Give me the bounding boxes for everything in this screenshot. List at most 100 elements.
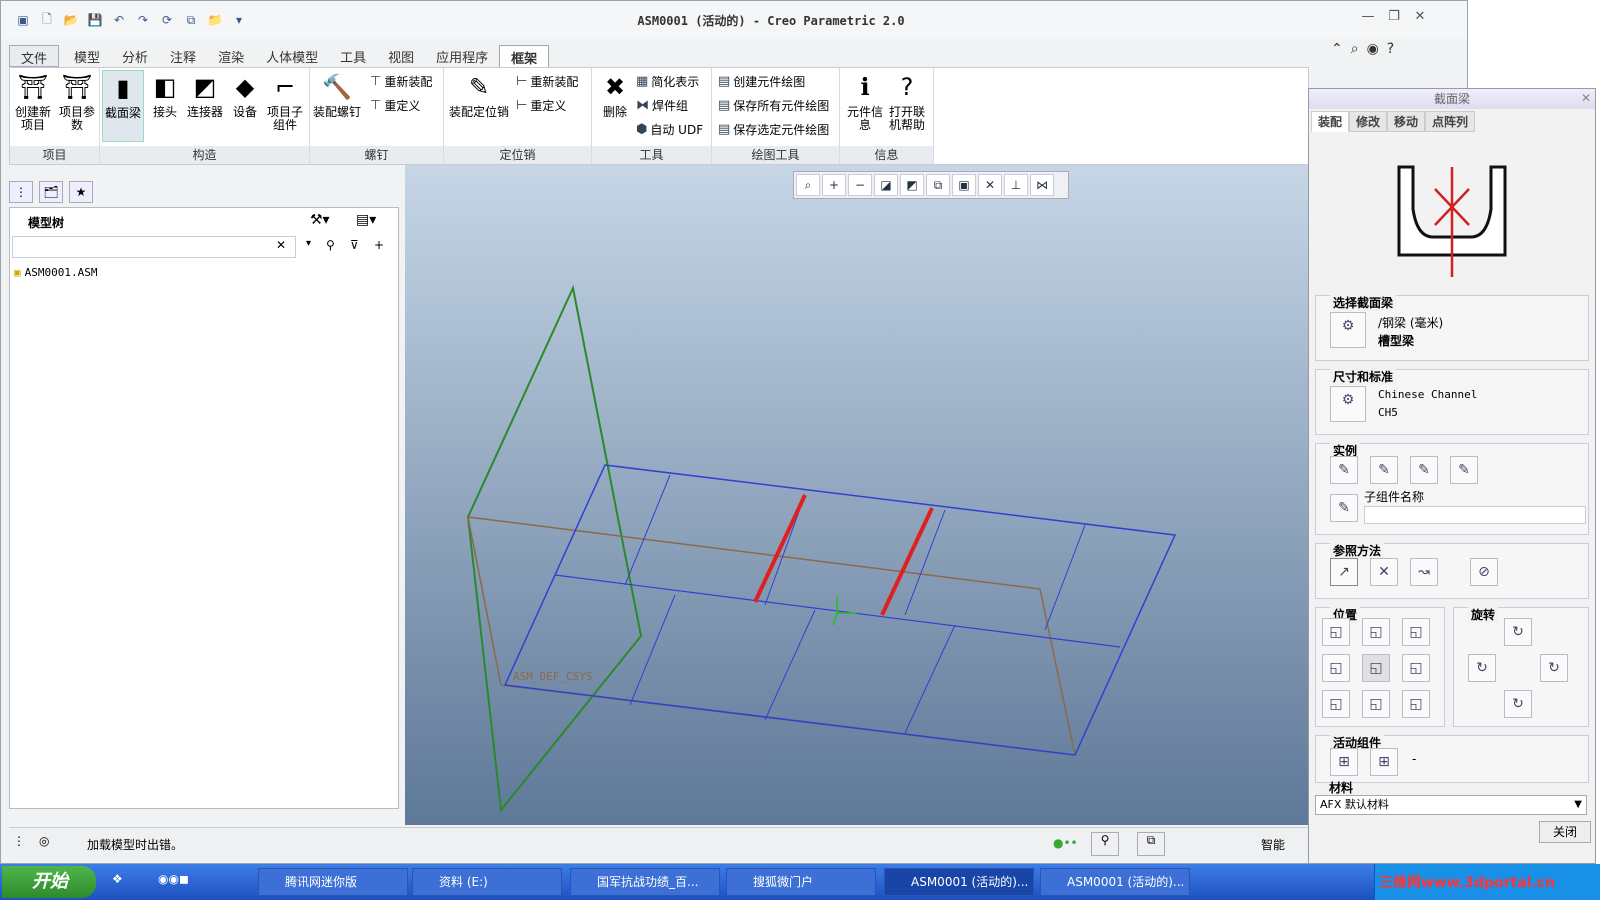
navigator-toggle-icon[interactable]: ⋮ <box>13 834 25 848</box>
annotation-display-icon[interactable]: ⋈ <box>1030 174 1054 196</box>
pos-top-left-icon[interactable]: ◱ <box>1322 618 1350 646</box>
tab-model[interactable]: 模型 <box>63 45 111 67</box>
minimize-icon[interactable]: — <box>1357 9 1379 29</box>
collapse-ribbon-icon[interactable]: ⌃ <box>1331 41 1343 57</box>
save-icon[interactable]: 💾 <box>85 11 105 29</box>
quick-launch-icons[interactable]: ◉◉◼ <box>158 872 189 886</box>
favorites-tab-icon[interactable]: ★ <box>69 181 93 203</box>
taskbar-item-3[interactable]: 搜狐微门户 <box>726 868 876 896</box>
browser-toggle-icon[interactable]: ◎ <box>39 834 49 848</box>
online-help-button[interactable]: ? 打开联机帮助 <box>886 70 928 132</box>
select-beam-button[interactable]: ⚙ <box>1330 312 1366 348</box>
saved-views-icon[interactable]: ⧉ <box>926 174 950 196</box>
rotate-0-icon[interactable]: ↻ <box>1504 618 1532 646</box>
delete-button[interactable]: ✖ 删除 <box>594 70 636 119</box>
help-icon[interactable]: ? <box>1387 41 1394 57</box>
select-size-button[interactable]: ⚙ <box>1330 386 1366 422</box>
material-select[interactable]: AFX 默认材料 ▼ <box>1315 795 1587 815</box>
maximize-icon[interactable]: ❐ <box>1383 9 1405 29</box>
selection-box-icon[interactable]: ⧉ <box>1137 832 1165 856</box>
taskbar-item-2[interactable]: 国军抗战功绩_百... <box>570 868 720 896</box>
auto-udf-button[interactable]: ⬢ 自动 UDF <box>636 118 703 140</box>
display-style-icon[interactable]: ◩ <box>900 174 924 196</box>
graphics-area[interactable]: ASM_DEF_CSYS <box>405 165 1309 825</box>
pos-mid-right-icon[interactable]: ◱ <box>1402 654 1430 682</box>
tab-render[interactable]: 渲染 <box>207 45 255 67</box>
section-beams[interactable] <box>753 494 934 616</box>
section-beam-button[interactable]: ▮ 截面梁 <box>102 70 144 142</box>
windows-flag-icon[interactable]: ❖ <box>112 872 123 886</box>
item-params-button[interactable]: ⛩ 项目参数 <box>56 70 98 132</box>
undo-icon[interactable]: ↶ <box>109 11 129 29</box>
repaint-icon[interactable]: ◪ <box>874 174 898 196</box>
model-tree-tab-icon[interactable]: ⋮ <box>9 181 33 203</box>
find-icon[interactable]: ⚲ <box>326 238 335 252</box>
tab-assemble[interactable]: 装配 <box>1311 111 1350 132</box>
assemble-screw-button[interactable]: 🔨 装配螺钉 <box>312 70 362 119</box>
filter-icon[interactable]: ⊽ <box>350 238 359 252</box>
view-manager-icon[interactable]: ▣ <box>952 174 976 196</box>
open-file-icon[interactable]: 📂 <box>61 11 81 29</box>
clear-search-icon[interactable]: ✕ <box>276 238 286 252</box>
taskbar-item-4[interactable]: ASM0001 (活动的)... <box>884 868 1034 896</box>
save-all-drawings-button[interactable]: ▤ 保存所有元件绘图 <box>718 94 829 116</box>
redefine-screw-button[interactable]: ⊤ 重定义 <box>370 94 420 116</box>
zoom-out-icon[interactable]: − <box>848 174 872 196</box>
pos-bottom-left-icon[interactable]: ◱ <box>1322 690 1350 718</box>
pos-top-right-icon[interactable]: ◱ <box>1402 618 1430 646</box>
rotate-90-icon[interactable]: ↻ <box>1540 654 1568 682</box>
weld-group-button[interactable]: ⧓ 焊件组 <box>636 94 688 116</box>
taskbar-item-5[interactable]: ASM0001 (活动的)... <box>1040 868 1190 896</box>
reassemble-pin-button[interactable]: ⊢ 重新装配 <box>516 70 578 92</box>
tab-frame[interactable]: 框架 <box>499 45 550 67</box>
ref-line-icon[interactable]: ↗ <box>1330 558 1358 586</box>
tab-modify[interactable]: 修改 <box>1349 111 1388 132</box>
tab-pattern[interactable]: 点阵列 <box>1425 111 1476 132</box>
joint-button[interactable]: ◧ 接头 <box>144 70 186 119</box>
tab-annotate[interactable]: 注释 <box>159 45 207 67</box>
windows-icon[interactable]: ⧉ <box>181 11 201 29</box>
simplified-rep-button[interactable]: ▦ 简化表示 <box>636 70 699 92</box>
tab-applications[interactable]: 应用程序 <box>425 45 499 67</box>
tab-file[interactable]: 文件 <box>9 45 60 67</box>
instance-copy-icon[interactable]: ✎ <box>1370 456 1398 484</box>
pos-top-center-icon[interactable]: ◱ <box>1362 618 1390 646</box>
group-label-screw[interactable]: 螺钉 <box>310 146 443 164</box>
assemble-pin-button[interactable]: ✎ 装配定位销 <box>448 70 510 119</box>
tab-view[interactable]: 视图 <box>377 45 425 67</box>
spin-center-icon[interactable]: ⊥ <box>1004 174 1028 196</box>
device-button[interactable]: ◆ 设备 <box>224 70 266 119</box>
create-item-button[interactable]: ⛩ 创建新项目 <box>12 70 54 132</box>
zoom-in-icon[interactable]: + <box>822 174 846 196</box>
connector-button[interactable]: ◩ 连接器 <box>184 70 226 119</box>
active-comp-icon[interactable]: ⊞ <box>1330 748 1358 776</box>
tree-settings-icon[interactable]: ⚒▾ <box>310 212 330 228</box>
taskbar-item-1[interactable]: 资料 (E:) <box>412 868 562 896</box>
create-drawing-button[interactable]: ▤ 创建元件绘图 <box>718 70 805 92</box>
taskbar-item-0[interactable]: 腾讯网迷你版 <box>258 868 408 896</box>
regenerate-icon[interactable]: ⟳ <box>157 11 177 29</box>
smart-filter[interactable]: 智能 <box>1261 836 1285 853</box>
folder-browser-tab-icon[interactable]: 🗂 <box>39 181 63 203</box>
close-button[interactable]: 关闭 <box>1539 821 1591 843</box>
pos-bottom-right-icon[interactable]: ◱ <box>1402 690 1430 718</box>
tab-tools[interactable]: 工具 <box>329 45 377 67</box>
search-dropdown-icon[interactable]: ▾ <box>306 238 311 249</box>
instance-delete-icon[interactable]: ✎ <box>1450 456 1478 484</box>
find-status-icon[interactable]: ⚲ <box>1091 832 1119 856</box>
sub-name-input[interactable] <box>1364 506 1586 524</box>
refit-icon[interactable]: ⌕ <box>796 174 820 196</box>
active-comp-select-icon[interactable]: ⊞ <box>1370 748 1398 776</box>
search-icon[interactable]: ⌕ <box>1351 41 1359 57</box>
customize-qat-icon[interactable]: ▾ <box>229 11 249 29</box>
start-button[interactable]: 开始 <box>2 866 96 898</box>
tree-columns-icon[interactable]: ▤▾ <box>356 212 376 228</box>
folder-icon[interactable]: 📁 <box>205 11 225 29</box>
new-file-icon[interactable]: 🗋 <box>37 11 57 29</box>
community-icon[interactable]: ◉ <box>1367 41 1379 57</box>
redefine-pin-button[interactable]: ⊢ 重定义 <box>516 94 566 116</box>
instance-new-icon[interactable]: ✎ <box>1330 456 1358 484</box>
instance-rename-icon[interactable]: ✎ <box>1330 494 1358 522</box>
group-label-item[interactable]: 项目 <box>10 146 99 164</box>
tree-search-input[interactable] <box>12 236 296 258</box>
